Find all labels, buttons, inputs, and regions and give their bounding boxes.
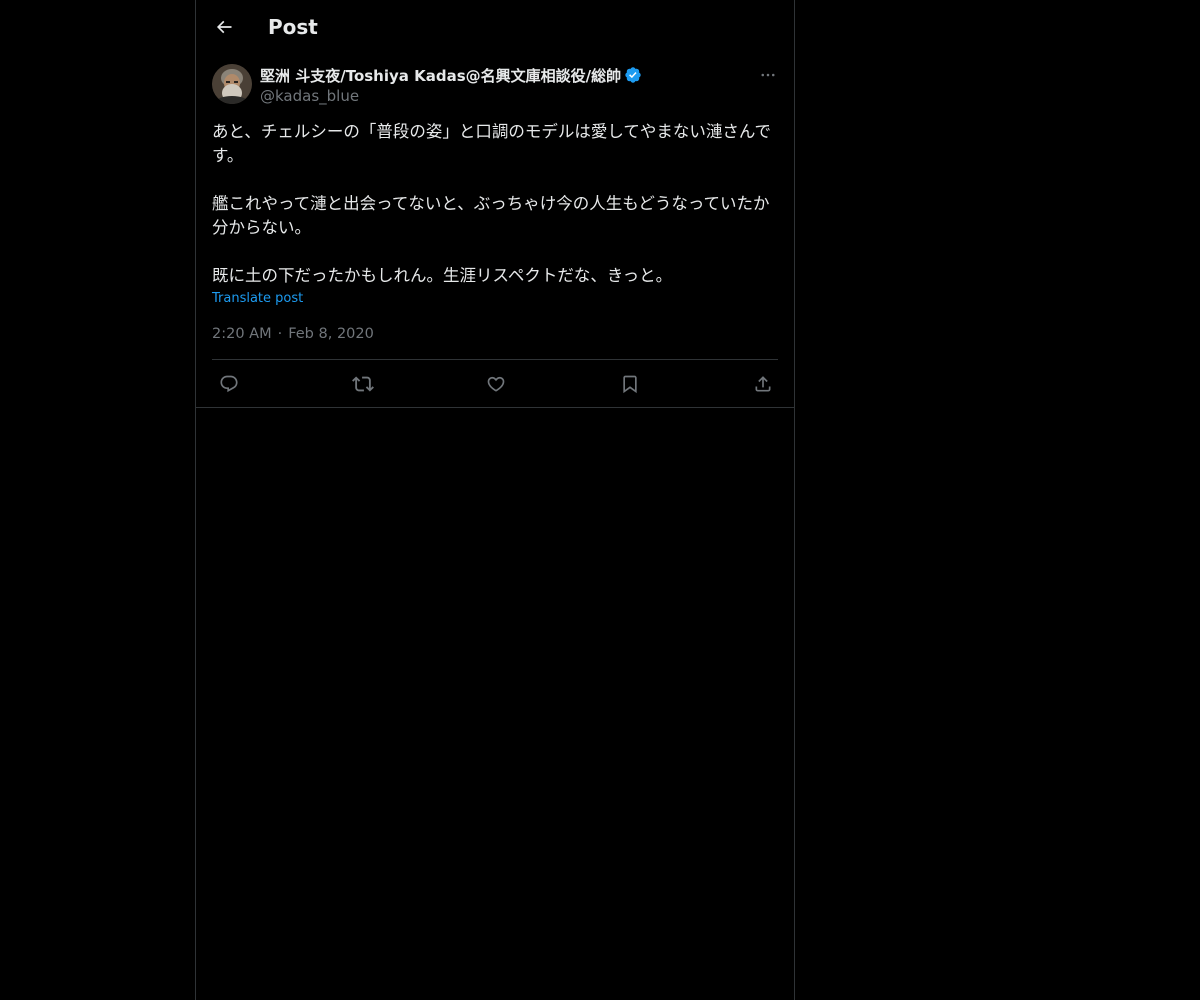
post-date[interactable]: Feb 8, 2020 [288, 324, 374, 344]
top-bar: Post [196, 0, 794, 54]
post-text: あと、チェルシーの「普段の姿」と口調のモデルは愛してやまない漣さんです。 艦これ… [212, 122, 772, 285]
translate-post-link[interactable]: Translate post [212, 290, 303, 308]
author-info: 堅洲 斗支夜/Toshiya Kadas@名興文庫相談役/総帥 @kadas_b… [260, 64, 740, 106]
bookmark-button[interactable] [613, 370, 647, 398]
heart-icon [487, 376, 505, 392]
post-actions [212, 370, 780, 398]
display-name-row: 堅洲 斗支夜/Toshiya Kadas@名興文庫相談役/総帥 [260, 64, 740, 86]
more-options-button[interactable] [756, 64, 780, 86]
timestamp-separator: · [277, 326, 283, 342]
repost-button[interactable] [346, 370, 380, 398]
reply-icon [220, 375, 238, 393]
display-name[interactable]: 堅洲 斗支夜/Toshiya Kadas@名興文庫相談役/総帥 [260, 65, 621, 86]
share-icon [755, 376, 771, 392]
reply-button[interactable] [212, 370, 246, 398]
arrow-left-icon [216, 20, 232, 34]
post-bottom-border [196, 407, 794, 408]
back-button[interactable] [210, 13, 238, 41]
verified-badge-icon[interactable] [624, 66, 642, 84]
share-button[interactable] [746, 370, 780, 398]
repost-icon [351, 376, 374, 392]
avatar[interactable] [212, 64, 252, 104]
post-timestamp: 2:20 AM · Feb 8, 2020 [212, 324, 374, 344]
page-title: Post [268, 15, 318, 39]
divider [212, 359, 778, 360]
author-handle[interactable]: @kadas_blue [260, 86, 740, 106]
avatar-image [212, 64, 252, 104]
more-horizontal-icon [761, 73, 775, 77]
bookmark-icon [622, 375, 637, 394]
like-button[interactable] [479, 370, 513, 398]
post-time[interactable]: 2:20 AM [212, 324, 272, 344]
post-detail-column: Post 堅洲 斗支夜/Toshiya Kadas@名興文庫相談役/総帥 @ka… [195, 0, 795, 1000]
